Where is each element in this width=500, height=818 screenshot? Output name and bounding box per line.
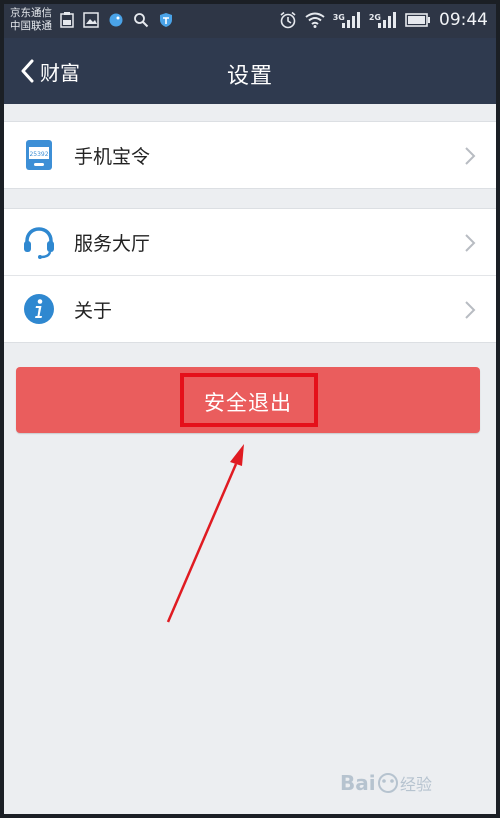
- baidu-paw-logo: Bai 经验: [340, 771, 432, 795]
- baidu-watermark: Bai 经验: [340, 768, 470, 802]
- svg-text:Bai: Bai: [340, 771, 376, 795]
- annotation-arrow: [166, 444, 244, 623]
- phone-screen: 京东通信 中国联通 3G 2G 09:44 财富 设置 25392 手机宝令 服…: [4, 4, 496, 814]
- svg-text:经验: 经验: [400, 775, 432, 794]
